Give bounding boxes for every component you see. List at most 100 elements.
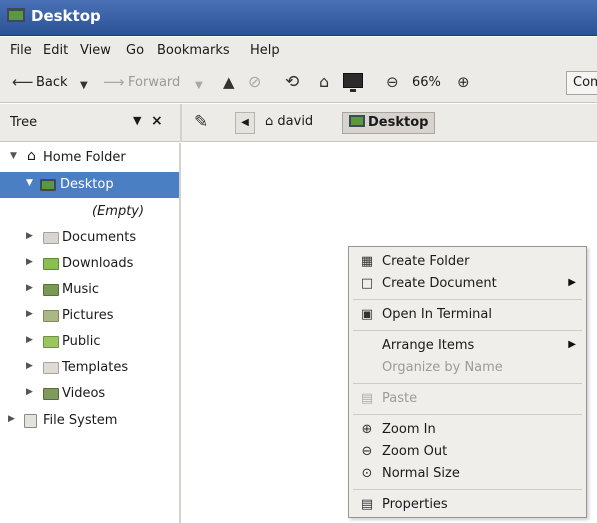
expander-collapsed-icon[interactable]: ▶ [26,257,33,267]
tree-item-file-system[interactable]: ▶ File System [0,408,179,434]
tree-item-public[interactable]: ▶ Public [0,329,179,355]
tree-item-label: Public [62,334,101,349]
computer-icon[interactable] [343,73,363,92]
expander-collapsed-icon[interactable]: ▶ [26,309,33,319]
zoom-in-icon[interactable]: ⊕ [457,73,470,91]
tree-item-empty: (Empty) [0,199,179,225]
path-scroll-left-icon[interactable]: ◀ [235,112,255,134]
zoom-level[interactable]: 66% [412,75,441,90]
sidebar-close-icon[interactable]: × [151,113,163,129]
tree-item-templates[interactable]: ▶ Templates [0,355,179,381]
music-folder-icon [43,284,59,296]
zoom-out-icon: ⊖ [361,444,373,459]
file-manager-window: Desktop File Edit View Go Bookmarks Help… [0,0,597,523]
tree-item-label: Pictures [62,308,114,323]
tree-item-label: Templates [62,360,129,375]
properties-icon: ▤ [360,497,374,512]
expander-expanded-icon[interactable]: ▼ [26,178,33,188]
tree-item-videos[interactable]: ▶ Videos [0,381,179,407]
tree-item-label: File System [43,413,118,428]
edit-location-icon[interactable]: ✎ [194,112,208,132]
tree-item-label: Desktop [60,177,114,192]
expander-expanded-icon[interactable]: ▼ [10,151,17,161]
submenu-arrow-icon: ▶ [568,339,576,350]
menu-item-organize-by-name[interactable]: Organize by Name [349,357,586,379]
documents-folder-icon [43,232,59,244]
forward-history-chevron-icon[interactable]: ▼ [195,77,203,95]
up-arrow-icon[interactable]: ▲ [223,73,235,91]
back-history-chevron-icon[interactable]: ▼ [80,77,88,95]
tree-item-desktop[interactable]: ▼ Desktop [0,172,179,198]
breadcrumb-parent[interactable]: ⌂ david [259,112,319,134]
menu-item-label: Zoom Out [382,444,448,459]
reload-icon[interactable]: ⟲ [285,73,299,91]
menu-item-zoom-in[interactable]: ⊕ Zoom In [349,419,586,441]
tree-item-label: Videos [62,386,106,401]
menu-item-properties[interactable]: ▤ Properties [349,494,586,516]
submenu-arrow-icon: ▶ [568,277,576,288]
stop-icon[interactable]: ⊘ [248,73,261,91]
tree-item-music[interactable]: ▶ Music [0,277,179,303]
menu-item-create-folder[interactable]: ▦ Create Folder [349,251,586,273]
toolbar: ⟵ Back ▼ ⟶ Forward ▼ ▲ ⊘ ⟲ ⌂ ⊖ 66% ⊕ Com [0,63,597,103]
home-icon: ⌂ [27,148,36,164]
zoom-in-icon: ⊕ [361,422,373,437]
sidebar-title[interactable]: Tree [10,115,37,130]
location-entry[interactable]: Com [566,71,597,95]
desktop-icon [7,8,25,22]
menu-go[interactable]: Go [126,43,144,58]
tree-item-home-folder[interactable]: ▼ ⌂ Home Folder [0,145,179,171]
pane-header-row: Tree ▼ × ✎ ◀ ⌂ david Desktop [0,104,597,142]
menu-file[interactable]: File [10,43,32,58]
title-bar: Desktop [0,0,597,36]
menu-item-arrange-items[interactable]: Arrange Items ▶ [349,335,586,357]
pane-divider[interactable] [180,104,182,142]
breadcrumb-parent-label: david [277,114,314,129]
menu-item-create-document[interactable]: □ Create Document ▶ [349,273,586,295]
menu-view[interactable]: View [80,43,111,58]
menu-bookmarks[interactable]: Bookmarks [157,43,230,58]
home-icon[interactable]: ⌂ [319,73,329,91]
menu-help[interactable]: Help [250,43,280,58]
zoom-out-icon[interactable]: ⊖ [386,73,399,91]
expander-collapsed-icon[interactable]: ▶ [8,414,15,424]
breadcrumb-current[interactable]: Desktop [342,112,436,134]
menu-item-label: Open In Terminal [382,307,492,322]
desktop-icon [349,115,365,127]
sidebar-chooser-chevron-icon[interactable]: ▼ [133,114,141,127]
sidebar-tree: ▼ ⌂ Home Folder ▼ Desktop (Empty) ▶ Docu… [0,143,181,523]
tree-item-pictures[interactable]: ▶ Pictures [0,303,179,329]
forward-button[interactable]: Forward [128,75,180,90]
tree-item-label: Home Folder [43,150,126,165]
menu-item-label: Zoom In [382,422,436,437]
expander-collapsed-icon[interactable]: ▶ [26,283,33,293]
menu-bar: File Edit View Go Bookmarks Help [0,37,597,63]
expander-collapsed-icon[interactable]: ▶ [26,335,33,345]
menu-item-label: Properties [382,497,448,512]
breadcrumb-current-label: Desktop [368,115,429,130]
videos-folder-icon [43,388,59,400]
menu-item-label: Organize by Name [382,360,503,375]
menu-separator [353,330,582,331]
drive-icon [24,414,37,428]
menu-item-normal-size[interactable]: ⊙ Normal Size [349,463,586,485]
forward-arrow-icon: ⟶ [103,73,125,91]
menu-item-label: Create Document [382,276,497,291]
tree-item-label: Documents [62,230,137,245]
pictures-folder-icon [43,310,59,322]
menu-separator [353,383,582,384]
tree-item-documents[interactable]: ▶ Documents [0,225,179,251]
tree-item-downloads[interactable]: ▶ Downloads [0,251,179,277]
new-document-icon: □ [360,276,374,291]
back-button[interactable]: Back [36,75,68,90]
menu-edit[interactable]: Edit [43,43,68,58]
expander-collapsed-icon[interactable]: ▶ [26,231,33,241]
menu-separator [353,299,582,300]
expander-collapsed-icon[interactable]: ▶ [26,361,33,371]
menu-item-paste[interactable]: ▤ Paste [349,388,586,410]
menu-item-open-in-terminal[interactable]: ▣ Open In Terminal [349,304,586,326]
downloads-folder-icon [43,258,59,270]
expander-collapsed-icon[interactable]: ▶ [26,387,33,397]
terminal-icon: ▣ [360,307,374,322]
menu-item-zoom-out[interactable]: ⊖ Zoom Out [349,441,586,463]
